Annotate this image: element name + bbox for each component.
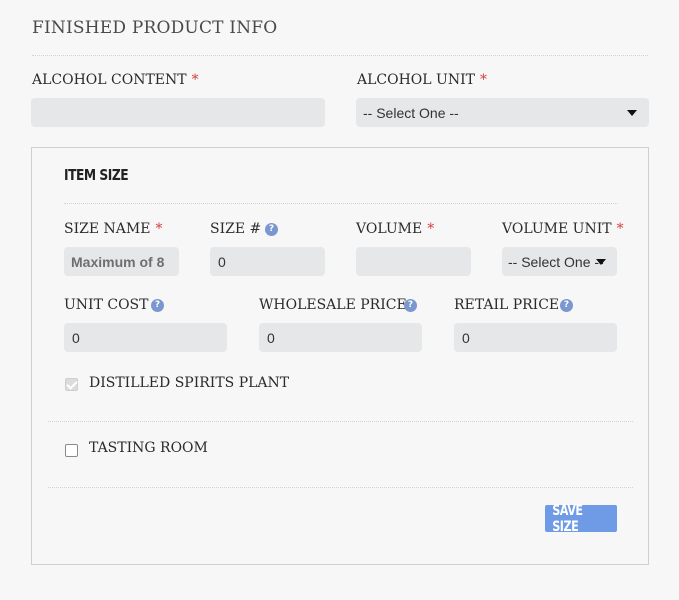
size-number-input[interactable]: 0 (210, 247, 325, 276)
caret-down-icon (627, 110, 637, 116)
section-title: FINISHED PRODUCT INFO (32, 18, 278, 38)
distilled-spirits-plant-label: DISTILLED SPIRITS PLANT (89, 375, 290, 391)
size-name-label: SIZE NAME * (64, 221, 162, 237)
required-asterisk: * (155, 221, 163, 237)
required-asterisk: * (479, 72, 487, 88)
checkbox-divider (48, 421, 633, 422)
required-asterisk: * (191, 72, 199, 88)
section-divider (32, 55, 648, 56)
info-icon[interactable]: ? (151, 299, 164, 312)
alcohol-content-input[interactable] (31, 98, 325, 127)
unit-cost-label: UNIT COST (64, 297, 149, 313)
retail-price-label-text: RETAIL PRICE (454, 297, 560, 313)
unit-cost-input[interactable]: 0 (64, 323, 227, 352)
tasting-room-checkbox[interactable] (65, 444, 78, 457)
size-name-label-text: SIZE NAME (64, 221, 151, 237)
wholesale-price-label-text: WHOLESALE PRICE (259, 297, 407, 313)
size-name-input[interactable]: Maximum of 8 (64, 247, 179, 276)
save-size-button-label: SAVE SIZE (552, 502, 583, 535)
alcohol-unit-label: ALCOHOL UNIT * (357, 72, 487, 88)
retail-price-label: RETAIL PRICE (454, 297, 559, 313)
volume-unit-label-text: VOLUME UNIT (502, 221, 612, 237)
distilled-spirits-plant-checkbox[interactable] (65, 378, 78, 391)
volume-label: VOLUME * (356, 221, 434, 237)
volume-unit-label: VOLUME UNIT * (502, 221, 624, 237)
volume-label-text: VOLUME (356, 221, 423, 237)
info-icon[interactable]: ? (265, 223, 278, 236)
alcohol-content-label-text: ALCOHOL CONTENT (32, 72, 187, 88)
item-size-divider (64, 203, 618, 204)
alcohol-unit-select[interactable]: -- Select One -- (356, 98, 649, 127)
info-icon[interactable]: ? (404, 299, 417, 312)
item-size-title: ITEM SIZE (64, 166, 129, 184)
alcohol-unit-label-text: ALCOHOL UNIT (357, 72, 475, 88)
required-asterisk: * (427, 221, 435, 237)
caret-down-icon (596, 259, 606, 265)
alcohol-unit-selected: -- Select One -- (363, 104, 459, 121)
info-icon[interactable]: ? (560, 299, 573, 312)
tasting-room-label: TASTING ROOM (89, 440, 208, 456)
size-number-label-text: SIZE # (210, 221, 262, 237)
required-asterisk: * (616, 221, 624, 237)
volume-unit-selected: -- Select One -- (508, 253, 604, 270)
retail-price-input[interactable]: 0 (454, 323, 617, 352)
wholesale-price-input[interactable]: 0 (259, 323, 422, 352)
size-number-label: SIZE # (210, 221, 261, 237)
wholesale-price-label: WHOLESALE PRICE (259, 297, 407, 313)
alcohol-content-label: ALCOHOL CONTENT * (32, 72, 199, 88)
unit-cost-label-text: UNIT COST (64, 297, 149, 313)
footer-divider (48, 487, 633, 488)
save-size-button[interactable]: SAVE SIZE (545, 502, 617, 535)
volume-input[interactable] (356, 247, 471, 276)
